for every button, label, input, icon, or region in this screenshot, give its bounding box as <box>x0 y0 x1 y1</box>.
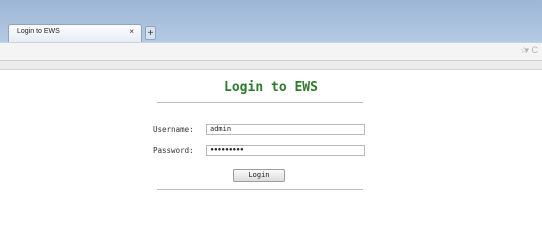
username-label: Username: <box>153 125 194 134</box>
browser-tab-bar: Login to EWS × + <box>0 0 542 45</box>
username-field[interactable]: admin <box>206 124 365 135</box>
page-title: Login to EWS <box>224 80 318 95</box>
top-divider <box>157 102 363 103</box>
bottom-divider <box>157 189 363 190</box>
reload-icon[interactable]: ▾ C <box>524 45 538 56</box>
new-tab-button[interactable]: + <box>145 26 156 40</box>
tab-title: Login to EWS <box>17 28 60 35</box>
login-button[interactable]: Login <box>233 169 285 182</box>
navigation-bar: ☆ ▾ C <box>0 42 542 61</box>
bookmarks-bar <box>0 61 542 70</box>
close-icon[interactable]: × <box>129 27 134 37</box>
password-field[interactable]: ••••••••• <box>206 145 365 156</box>
browser-tab[interactable]: Login to EWS × <box>8 24 142 42</box>
password-label: Password: <box>153 146 194 155</box>
